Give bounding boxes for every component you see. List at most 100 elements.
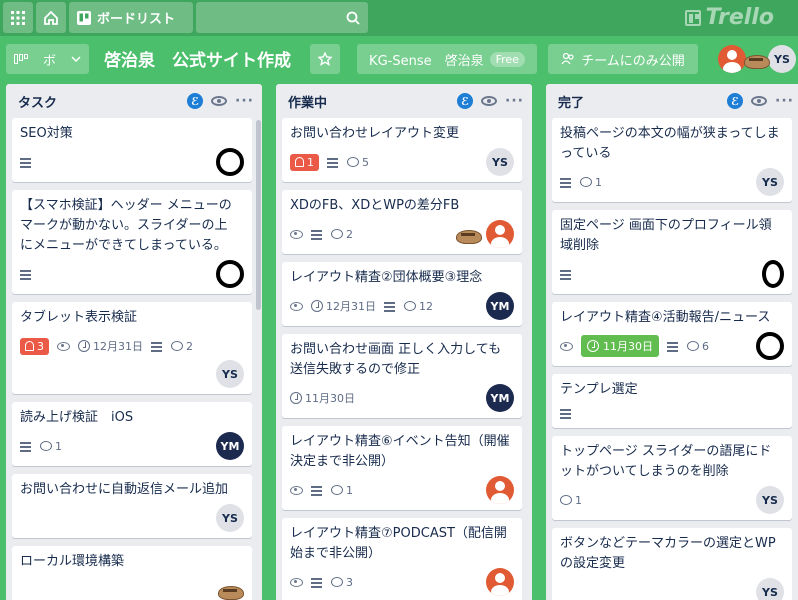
power-up-icon[interactable]: ℰ — [727, 93, 744, 109]
comment-icon — [347, 157, 359, 167]
team-icon — [561, 52, 574, 65]
board-title[interactable]: 啓治泉 公式サイト作成 — [104, 46, 291, 71]
star-board-button[interactable] — [310, 44, 340, 74]
home-button[interactable] — [36, 2, 66, 33]
member-avatar[interactable]: YM — [216, 432, 244, 460]
comments-badge: 1 — [331, 484, 353, 497]
top-bar: ボードリスト Trello — [0, 0, 798, 36]
clock-icon — [290, 392, 302, 404]
member-avatar[interactable] — [742, 45, 770, 73]
list-menu-icon[interactable]: ··· — [235, 93, 254, 109]
description-icon — [20, 269, 32, 279]
member-avatar[interactable]: YM — [486, 292, 514, 320]
card-title: 【スマホ検証】ヘッダー メニューのマークが動かない。スライダーの上にメニューがで… — [20, 198, 232, 253]
card-title: レイアウト精査⑦PODCAST（配信開始まで非公開） — [290, 526, 507, 561]
member-avatar[interactable]: YS — [756, 168, 784, 196]
board-view-switcher[interactable]: ボ — [6, 44, 89, 74]
card[interactable]: 【スマホ検証】ヘッダー メニューのマークが動かない。スライダーの上にメニューがで… — [12, 190, 252, 294]
clock-icon — [311, 300, 323, 312]
member-avatar[interactable] — [486, 220, 514, 248]
team-button[interactable]: KG-Sense 啓治泉 Free — [357, 44, 537, 74]
bell-icon — [295, 157, 304, 167]
card[interactable]: 読み上げ検証 iOS 1 YM — [12, 402, 252, 466]
trello-logo-text: Trello — [705, 5, 774, 30]
card[interactable]: SEO対策 — [12, 118, 252, 182]
comments-badge: 6 — [687, 340, 709, 353]
home-icon — [44, 10, 58, 25]
scrollbar[interactable] — [256, 120, 261, 310]
comments-badge: 1 — [580, 176, 602, 189]
card[interactable]: ボタンなどテーマカラーの選定とWPの設定変更 YS — [552, 528, 792, 600]
visibility-button[interactable]: チームにのみ公開 — [548, 44, 698, 74]
card[interactable]: レイアウト精査②団体概要③理念 12月31日 12 YM — [282, 262, 522, 326]
member-avatar[interactable]: YS — [768, 45, 796, 73]
power-up-icon[interactable]: ℰ — [457, 93, 474, 109]
card[interactable]: 投稿ページの本文の幅が狭まってしまっている 1 YS — [552, 118, 792, 202]
due-date-badge: 12月31日 — [78, 338, 143, 354]
card-title: レイアウト精査④活動報告/ニュース — [560, 310, 771, 325]
list-title[interactable]: タスク — [18, 92, 187, 111]
list-title[interactable]: 作業中 — [288, 92, 457, 111]
watch-icon[interactable] — [481, 96, 498, 106]
description-icon — [311, 229, 323, 239]
card-title: SEO対策 — [20, 126, 73, 141]
power-up-icon[interactable]: ℰ — [187, 93, 204, 109]
clock-icon — [587, 340, 599, 352]
board-icon — [77, 10, 91, 25]
annotation-circle — [762, 260, 784, 288]
description-icon — [151, 341, 163, 351]
annotation-circle — [216, 260, 244, 288]
card[interactable]: 固定ページ 画面下のプロフィール領域削除 — [552, 210, 792, 294]
card[interactable]: トップページ スライダーの語尾にドットがついてしまうのを削除 1 YS — [552, 436, 792, 520]
boards-button[interactable]: ボードリスト — [69, 2, 193, 33]
member-avatar[interactable]: YS — [756, 578, 784, 600]
member-avatar[interactable]: YS — [756, 486, 784, 514]
watch-icon — [290, 229, 303, 239]
list-header[interactable]: 完了 ℰ ··· — [546, 84, 798, 118]
board-members: YS — [718, 45, 796, 73]
apps-button[interactable] — [3, 2, 33, 33]
card-title: レイアウト精査②団体概要③理念 — [290, 270, 483, 285]
card[interactable]: タブレット表示検証 3 12月31日 2 YS — [12, 302, 252, 394]
member-avatar[interactable]: YS — [216, 504, 244, 532]
due-date-badge[interactable]: 11月30日 — [581, 335, 659, 357]
card-title: 固定ページ 画面下のプロフィール領域削除 — [560, 218, 772, 253]
card[interactable]: お問い合わせレイアウト変更 1 5 YS — [282, 118, 522, 182]
list-header[interactable]: 作業中 ℰ ··· — [276, 84, 532, 118]
member-avatar[interactable]: YM — [486, 384, 514, 412]
list-menu-icon[interactable]: ··· — [775, 93, 794, 109]
card[interactable]: XDのFB、XDとWPの差分FB 2 — [282, 190, 522, 254]
plan-badge: Free — [489, 51, 525, 67]
list-menu-icon[interactable]: ··· — [505, 93, 524, 109]
member-avatar[interactable] — [454, 220, 482, 248]
member-avatar[interactable]: YS — [486, 148, 514, 176]
member-avatar[interactable] — [486, 476, 514, 504]
trello-logo[interactable]: Trello — [685, 5, 774, 30]
watch-icon[interactable] — [751, 96, 768, 106]
list-title[interactable]: 完了 — [558, 92, 727, 111]
card[interactable]: ローカル環境構築 — [12, 546, 252, 600]
card[interactable]: レイアウト精査④活動報告/ニュース 11月30日 6 — [552, 302, 792, 366]
watch-icon — [560, 341, 573, 351]
visibility-label: チームにのみ公開 — [581, 53, 685, 69]
member-avatar[interactable]: YS — [216, 360, 244, 388]
description-icon — [384, 301, 396, 311]
member-avatar[interactable] — [216, 576, 244, 600]
description-icon — [20, 441, 32, 451]
board-view-icon — [14, 54, 28, 64]
comments-badge: 12 — [404, 300, 433, 313]
watch-icon[interactable] — [211, 96, 228, 106]
list-header[interactable]: タスク ℰ ··· — [6, 84, 262, 118]
description-icon — [560, 408, 572, 418]
card[interactable]: テンプレ選定 — [552, 374, 792, 428]
card[interactable]: お問い合わせに自動返信メール追加 YS — [12, 474, 252, 538]
card[interactable]: レイアウト精査⑦PODCAST（配信開始まで非公開） 3 — [282, 518, 522, 600]
search-input[interactable] — [196, 2, 368, 33]
card[interactable]: レイアウト精査⑥イベント告知（開催決定まで非公開） 1 — [282, 426, 522, 510]
card-title: お問い合わせ画面 正しく入力しても送信失敗するので修正 — [290, 342, 502, 377]
member-avatar[interactable] — [486, 568, 514, 596]
description-icon — [560, 269, 572, 279]
card-title: 投稿ページの本文の幅が狭まってしまっている — [560, 126, 780, 161]
watch-icon — [290, 577, 303, 587]
card[interactable]: お問い合わせ画面 正しく入力しても送信失敗するので修正 11月30日 YM — [282, 334, 522, 418]
